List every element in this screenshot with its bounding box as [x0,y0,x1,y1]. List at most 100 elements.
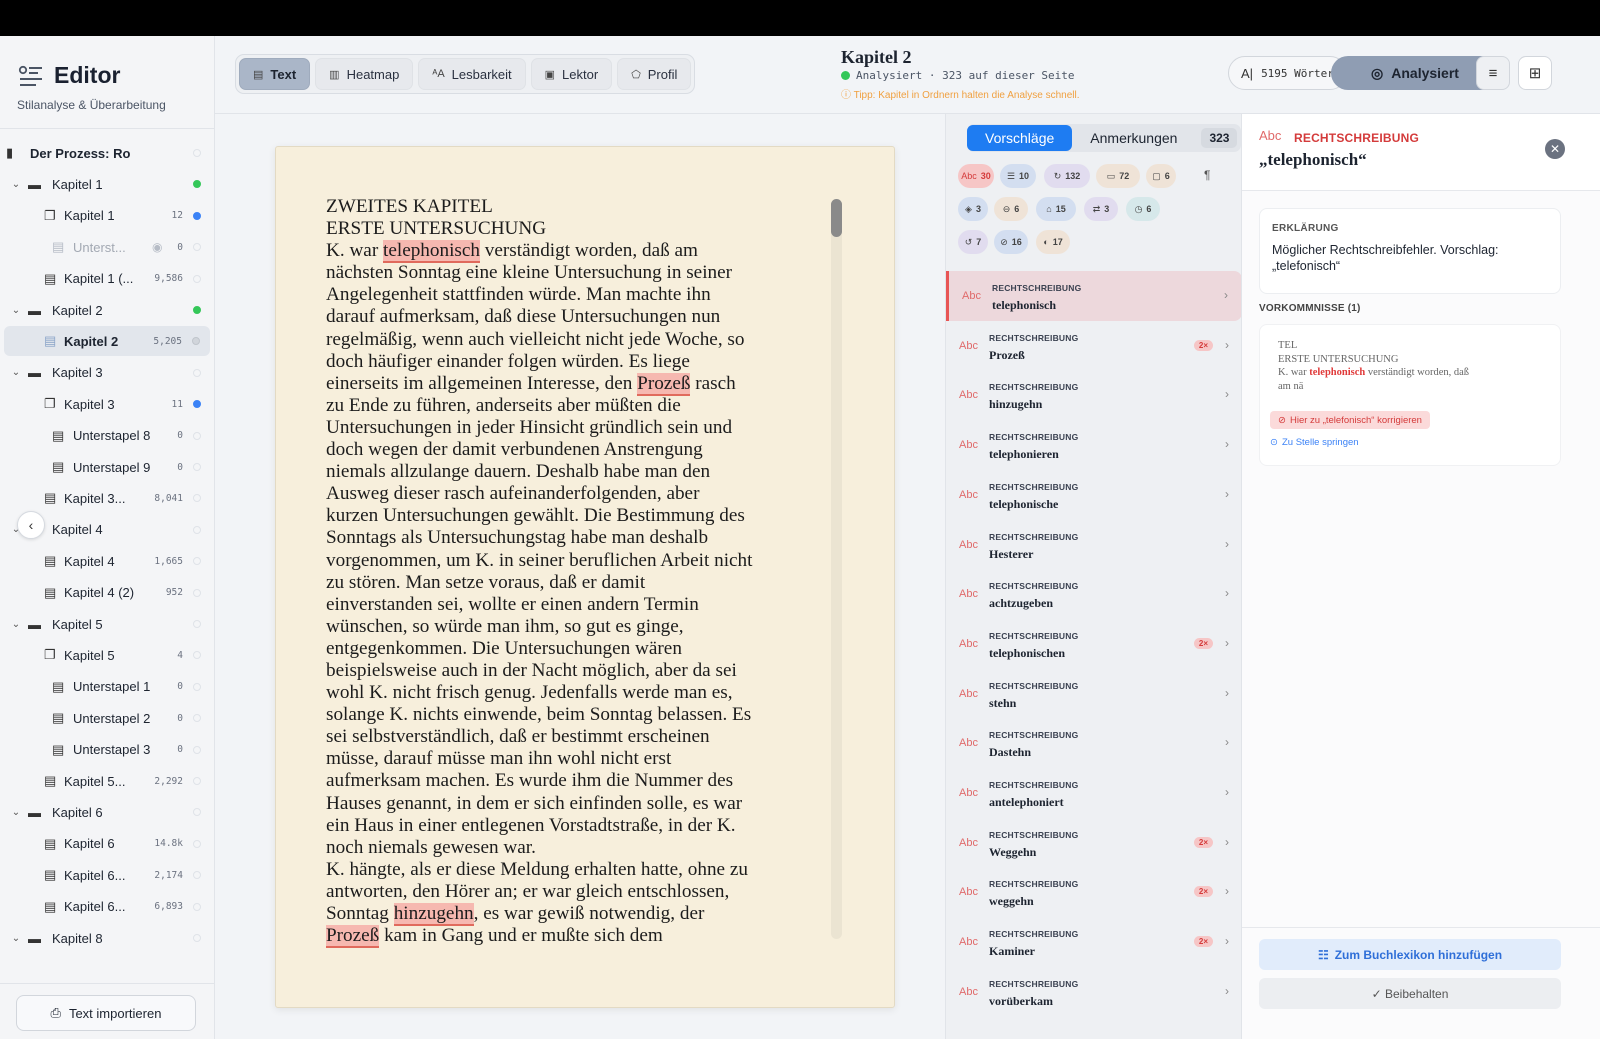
apply-fix-button[interactable]: ⊘ Hier zu „telefonisch“ korrigieren [1270,411,1430,429]
tree-item[interactable]: ⌄ ▬ Kapitel 6 [0,797,215,827]
flagged-word[interactable]: hinzugehn [393,903,474,926]
hidden-eye-icon[interactable]: ◉ [152,240,162,254]
tree-item[interactable]: ❐ Kapitel 5 4 [0,640,215,670]
suggestion-item[interactable]: Abc RECHTSCHREIBUNG antelephoniert › [946,768,1241,818]
chip-icon: ⊖ [1002,203,1011,214]
suggestion-item[interactable]: Abc RECHTSCHREIBUNG telephonische › [946,470,1241,520]
category-chip[interactable]: Abc 30 [958,164,994,188]
text-run: , es war gewiß notwendig, der [473,903,705,924]
suggestion-item[interactable]: Abc RECHTSCHREIBUNG Dastehn › [946,718,1241,768]
tree-item[interactable]: ⌄ ▬ Kapitel 8 [0,923,215,953]
word-count-label: 2,174 [154,869,183,881]
category-chip[interactable]: ⇄ 3 [1084,197,1118,221]
category-chip[interactable]: ▢ 6 [1146,164,1176,188]
tree-item[interactable]: ▤ Kapitel 6... 2,174 [0,860,215,890]
tree-item[interactable]: ⌄ ▬ Kapitel 5 [0,609,215,639]
suggestion-item[interactable]: Abc RECHTSCHREIBUNG Weggehn 2× › [946,818,1241,868]
tab-lektor[interactable]: ▣ Lektor [530,58,613,90]
suggestion-item[interactable]: Abc RECHTSCHREIBUNG Kaminer 2× › [946,917,1241,967]
word-count-button[interactable]: A| 5195 Wörter [1228,56,1347,90]
status-dot-icon [193,274,201,283]
tab-label: Lektor [562,66,599,82]
status-text: Analysiert · 323 auf dieser Seite [856,69,1075,82]
keep-button[interactable]: ✓ Beibehalten [1259,978,1561,1009]
tree-item[interactable]: ▤ Kapitel 4 (2) 952 [0,578,215,608]
tree-item-label: Unterstapel 3 [73,742,151,758]
tree-item[interactable]: ⌄ ▬ Kapitel 2 [0,295,215,325]
suggestion-item[interactable]: Abc RECHTSCHREIBUNG telephonischen 2× › [946,619,1241,669]
tab-lesbarkeit[interactable]: ᴬA Lesbarkeit [418,58,526,90]
tree-item[interactable]: ▤ Unterstapel 3 0 [0,735,215,765]
flagged-word[interactable]: Prozeß [326,925,380,949]
tab-notes[interactable]: Anmerkungen [1072,125,1195,151]
tree-item[interactable]: ▮ Der Prozess: Roma... [0,138,215,168]
chevron-down-icon[interactable]: ⌄ [10,807,22,818]
category-chip[interactable]: ⊖ 6 [994,197,1028,221]
tree-item[interactable]: ▤ Kapitel 6... 6,893 [0,892,215,922]
suggestion-item[interactable]: Abc RECHTSCHREIBUNG Prozeß 2× › [946,321,1241,371]
suggestion-item[interactable]: Abc RECHTSCHREIBUNG weggehn 2× › [946,867,1241,917]
tree-item[interactable]: ⌄ ▬ Kapitel 1 [0,169,215,199]
suggestion-word: hinzugehn [989,397,1043,412]
suggestion-item[interactable]: Abc RECHTSCHREIBUNG Hesterer › [946,520,1241,570]
suggestion-item[interactable]: Abc RECHTSCHREIBUNG telephonisch › [946,271,1241,321]
tree-item[interactable]: ❐ Kapitel 3 11 [0,389,215,419]
tree-item[interactable]: ▤ Kapitel 4 1,665 [0,546,215,576]
tree-item[interactable]: ▤ Kapitel 1 (... 9,586 [0,264,215,294]
tree-item[interactable]: ▤ Kapitel 3... 8,041 [0,483,215,513]
category-chip[interactable]: ☰ 10 [1000,164,1036,188]
tree-item[interactable]: ▤ Unterst... 0 ◉ [0,232,215,262]
tree-item[interactable]: ▤ Unterstapel 1 0 [0,672,215,702]
chevron-down-icon[interactable]: ⌄ [10,619,22,630]
chevron-down-icon[interactable]: ⌄ [10,367,22,378]
tree-item[interactable]: ▤ Kapitel 5... 2,292 [0,766,215,796]
layout-grid-button[interactable]: ⊞ [1518,56,1552,90]
tab-heatmap[interactable]: ▥ Heatmap [315,58,414,90]
suggestion-item[interactable]: Abc RECHTSCHREIBUNG telephonieren › [946,420,1241,470]
lexicon-label: Zum Buchlexikon hinzufügen [1334,947,1503,962]
suggestion-item[interactable]: Abc RECHTSCHREIBUNG achtzugeben › [946,569,1241,619]
chevron-down-icon[interactable]: ⌄ [10,179,22,190]
add-to-lexicon-button[interactable]: ☷ Zum Buchlexikon hinzufügen [1259,939,1561,970]
tree-item-label: Kapitel 5 [52,616,103,632]
import-text-button[interactable]: ⎙ Text importieren [16,995,196,1031]
chevron-down-icon[interactable]: ⌄ [10,305,22,316]
category-chip[interactable]: ↺ 7 [958,230,988,254]
category-chip[interactable]: ⌂ 15 [1036,197,1076,221]
filter-settings-button[interactable]: ≡ [1476,56,1510,90]
suggestion-item[interactable]: Abc RECHTSCHREIBUNG hinzugehn › [946,370,1241,420]
tree-item[interactable]: ▤ Unterstapel 9 0 [0,452,215,482]
analyze-button[interactable]: ◎ Analysiert [1331,56,1499,90]
pilcrow-icon[interactable]: ¶ [1204,168,1210,182]
flagged-word[interactable]: telephonisch [383,240,480,264]
tree-item[interactable]: ❐ Kapitel 1 12 [0,201,215,231]
tree-item[interactable]: ▤ Unterstapel 8 0 [0,421,215,451]
chip-count: 72 [1119,171,1130,181]
category-chip[interactable]: ◷ 6 [1126,197,1160,221]
tree-item[interactable]: ▤ Kapitel 6 14.8k [0,829,215,859]
suggestion-item[interactable]: Abc RECHTSCHREIBUNG stehn › [946,669,1241,719]
tree-item[interactable]: ⌄ ▬ Kapitel 3 [0,358,215,388]
tab-suggestions[interactable]: Vorschläge [967,125,1073,151]
tree-item[interactable]: ▤ Unterstapel 2 0 [0,703,215,733]
flagged-word[interactable]: Prozeß [637,372,691,396]
tab-profil[interactable]: ⬠ Profil [617,58,692,90]
collapse-sidebar-button[interactable]: ‹ [17,511,45,539]
category-chip[interactable]: ◐ 17 [1036,230,1070,254]
category-chip[interactable]: ⊘ 16 [994,230,1028,254]
occurrence-context: TEL ERSTE UNTERSUCHUNG K. war telephonis… [1278,339,1548,393]
category-chip[interactable]: ↻ 132 [1044,164,1090,188]
suggestion-item[interactable]: Abc RECHTSCHREIBUNG vorüberkam › [946,967,1241,1017]
scrollbar-thumb[interactable] [831,199,842,237]
chevron-down-icon[interactable]: ⌄ [10,933,22,944]
text-scrollbar[interactable] [831,199,842,939]
category-chip[interactable]: ▭ 72 [1096,164,1140,188]
jump-to-location-link[interactable]: ⊙ Zu Stelle springen [1270,437,1359,448]
lexicon-icon: ☷ [1317,947,1329,962]
manuscript-text[interactable]: ZWEITES KAPITEL ERSTE UNTERSUCHUNG K. wa… [326,196,831,949]
manuscript-page[interactable]: ZWEITES KAPITEL ERSTE UNTERSUCHUNG K. wa… [275,146,895,1008]
tree-item[interactable]: ▤ Kapitel 2 5,205 [4,326,210,357]
category-chip[interactable]: ◈ 3 [958,197,988,221]
close-icon[interactable]: ✕ [1545,139,1565,159]
tab-text[interactable]: ▤ Text [239,58,311,90]
